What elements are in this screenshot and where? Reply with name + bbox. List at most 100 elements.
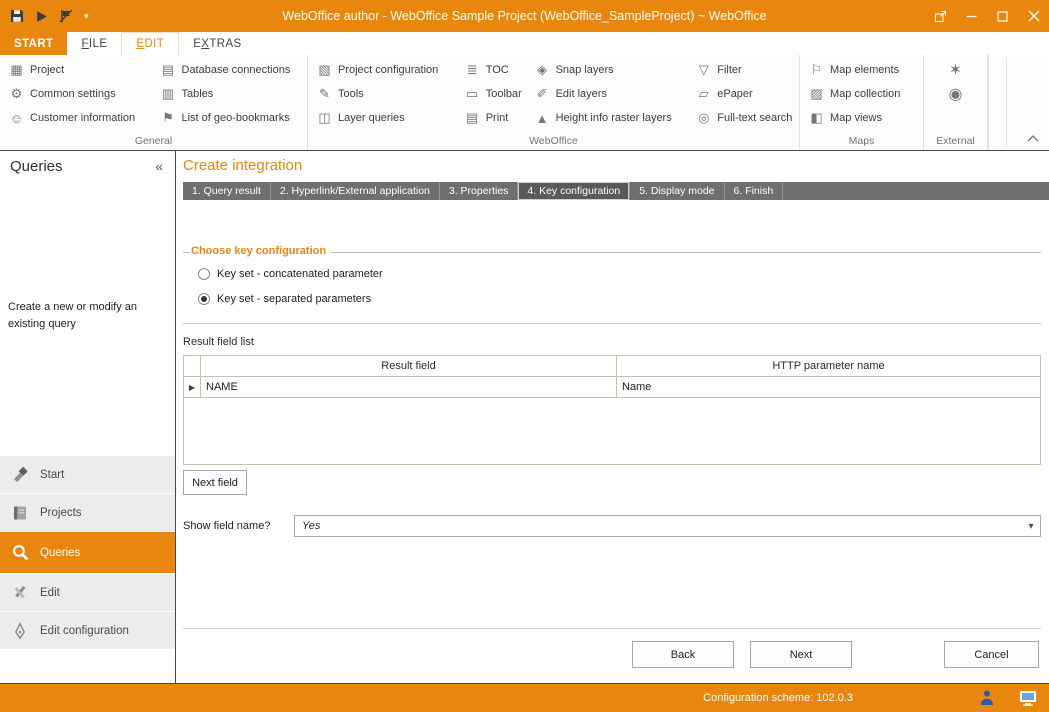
collapse-ribbon-icon[interactable] (1027, 133, 1039, 145)
ribbon-item-edit-layers[interactable]: ✐ Edit layers (526, 82, 688, 106)
toolbar-icon: ▭ (466, 86, 479, 101)
tab-file[interactable]: F ILE (67, 32, 121, 55)
back-button[interactable]: Back (632, 641, 734, 668)
start-icon (9, 464, 31, 486)
ribbon-item-database-connections[interactable]: ▤ Database connections (152, 58, 308, 82)
maximize-icon[interactable] (987, 0, 1018, 32)
sidebar-description: Create a new or modify an existing query (8, 301, 138, 331)
ribbon-item-external-pin[interactable]: ✶ (924, 58, 987, 82)
edit-configuration-icon (9, 620, 31, 642)
sidebar-item-label: Queries (40, 546, 81, 559)
row-selector-icon: ▶ (188, 382, 196, 392)
quick-access-caret-icon[interactable]: ▾ (84, 11, 89, 22)
sidebar-item-start[interactable]: Start (0, 456, 175, 494)
popout-icon[interactable] (925, 0, 956, 32)
wizard-step-key-configuration[interactable]: 4. Key configuration (518, 182, 631, 200)
ribbon-item-map-collection[interactable]: ▨ Map collection (800, 82, 923, 106)
show-field-name-select[interactable]: Yes ▾ (294, 515, 1041, 537)
wizard-step-display-mode[interactable]: 5. Display mode (630, 182, 725, 200)
wizard-step-properties[interactable]: 3. Properties (440, 182, 519, 200)
close-icon[interactable] (1018, 0, 1049, 32)
cancel-button[interactable]: Cancel (944, 641, 1039, 668)
map-views-icon: ◧ (810, 110, 823, 125)
table-header-row: Result field HTTP parameter name (184, 356, 1040, 377)
window-controls (925, 0, 1049, 32)
ribbon-item-toc[interactable]: ≣ TOC (456, 58, 526, 82)
tab-edit[interactable]: E DIT (121, 32, 180, 55)
search-location-icon: ◉ (948, 86, 963, 103)
show-field-name-label: Show field name? (183, 520, 271, 532)
ribbon-item-customer-information[interactable]: ☺ Customer information (0, 106, 152, 130)
ribbon-item-tools[interactable]: ✎ Tools (308, 82, 456, 106)
ribbon-item-full-text-search[interactable]: ◎ Full-text search (687, 106, 799, 130)
window-title: WebOffice author - WebOffice Sample Proj… (282, 9, 767, 23)
cell-result-field[interactable]: NAME (200, 377, 616, 397)
wizard-step-hyperlink[interactable]: 2. Hyperlink/External application (271, 182, 440, 200)
ribbon-item-snap-layers[interactable]: ◈ Snap layers (526, 58, 688, 82)
content-area: Queries « Create a new or modify an exis… (0, 150, 1049, 684)
ribbon-item-epaper[interactable]: ▱ ePaper (687, 82, 799, 106)
radio-label: Key set - concatenated parameter (217, 268, 383, 280)
column-header-result-field[interactable]: Result field (200, 356, 616, 376)
sidebar-item-edit[interactable]: Edit (0, 574, 175, 612)
tools-icon: ✎ (319, 86, 330, 101)
tab-extras[interactable]: E X TRAS (179, 32, 255, 55)
project-icon: ▦ (10, 62, 23, 77)
tables-icon: ▥ (161, 86, 175, 101)
radio-circle-icon (198, 268, 210, 280)
collapse-sidebar-icon[interactable]: « (155, 158, 163, 174)
ribbon-item-geo-bookmarks[interactable]: ⚑ List of geo-bookmarks (152, 106, 308, 130)
ribbon-item-layer-queries[interactable]: ◫ Layer queries (308, 106, 456, 130)
ribbon-item-common-settings[interactable]: ⚙ Common settings (0, 82, 152, 106)
ribbon-item-filter[interactable]: ▽ Filter (687, 58, 799, 82)
ribbon-item-external-search-location[interactable]: ◉ (924, 82, 987, 106)
database-connections-icon: ▤ (161, 62, 175, 77)
sidebar-item-label: Projects (40, 506, 82, 519)
wizard-step-query-result[interactable]: 1. Query result (183, 182, 271, 200)
stop-preview-icon[interactable] (59, 9, 73, 23)
epaper-icon: ▱ (698, 86, 709, 101)
user-status-icon[interactable] (979, 689, 995, 706)
customer-information-icon: ☺ (9, 110, 24, 126)
radio-key-set-concatenated[interactable]: Key set - concatenated parameter (198, 268, 383, 280)
minimize-icon[interactable] (956, 0, 987, 32)
wizard-step-finish[interactable]: 6. Finish (725, 182, 784, 200)
sidebar-item-queries[interactable]: Queries (0, 532, 175, 574)
separator-line (183, 628, 1041, 629)
ribbon-item-print[interactable]: ▤ Print (456, 106, 526, 130)
radio-key-set-separated[interactable]: Key set - separated parameters (198, 293, 371, 305)
ribbon-item-map-elements[interactable]: ⚐ Map elements (800, 58, 923, 82)
row-selector-cell[interactable]: ▶ (184, 377, 200, 397)
sidebar-title: Queries (10, 158, 63, 175)
display-status-icon[interactable] (1019, 690, 1037, 706)
sidebar-item-projects[interactable]: Projects (0, 494, 175, 532)
filter-icon: ▽ (698, 62, 709, 77)
result-field-list-label: Result field list (183, 336, 254, 348)
radio-circle-selected-icon (198, 293, 210, 305)
wizard-step-bar: 1. Query result 2. Hyperlink/External ap… (183, 182, 1049, 200)
ribbon-group-external: ✶ ◉ External (924, 55, 988, 150)
configuration-scheme-text: Configuration scheme: 102.0.3 (703, 692, 853, 704)
sidebar-item-edit-configuration[interactable]: Edit configuration (0, 612, 175, 650)
next-field-button[interactable]: Next field (183, 470, 247, 495)
ribbon-item-map-views[interactable]: ◧ Map views (800, 106, 923, 130)
run-preview-icon[interactable] (35, 10, 48, 23)
map-elements-icon: ⚐ (810, 62, 823, 77)
sidebar-item-label: Edit configuration (40, 624, 129, 637)
tab-start[interactable]: START (0, 32, 68, 55)
ribbon-item-toolbar[interactable]: ▭ Toolbar (456, 82, 526, 106)
ribbon-item-height-info-raster-layers[interactable]: ▲ Height info raster layers (526, 106, 688, 130)
ribbon-item-project-configuration[interactable]: ▧ Project configuration (308, 58, 456, 82)
sidebar-nav: Start Projects Queries Edit Edit configu… (0, 456, 175, 650)
table-row[interactable]: ▶ NAME Name (184, 377, 1040, 398)
cell-http-parameter-name[interactable]: Name (616, 377, 1040, 397)
next-button[interactable]: Next (750, 641, 852, 668)
ribbon-tab-row: START F ILE E DIT E X TRAS (0, 32, 1049, 55)
ribbon-item-tables[interactable]: ▥ Tables (152, 82, 308, 106)
groupbox-label: Choose key configuration (191, 245, 327, 257)
save-icon[interactable] (10, 9, 24, 23)
ribbon-item-project[interactable]: ▦ Project (0, 58, 152, 82)
column-header-http-parameter-name[interactable]: HTTP parameter name (616, 356, 1040, 376)
sidebar-item-label: Edit (40, 586, 60, 599)
radio-label: Key set - separated parameters (217, 293, 372, 305)
